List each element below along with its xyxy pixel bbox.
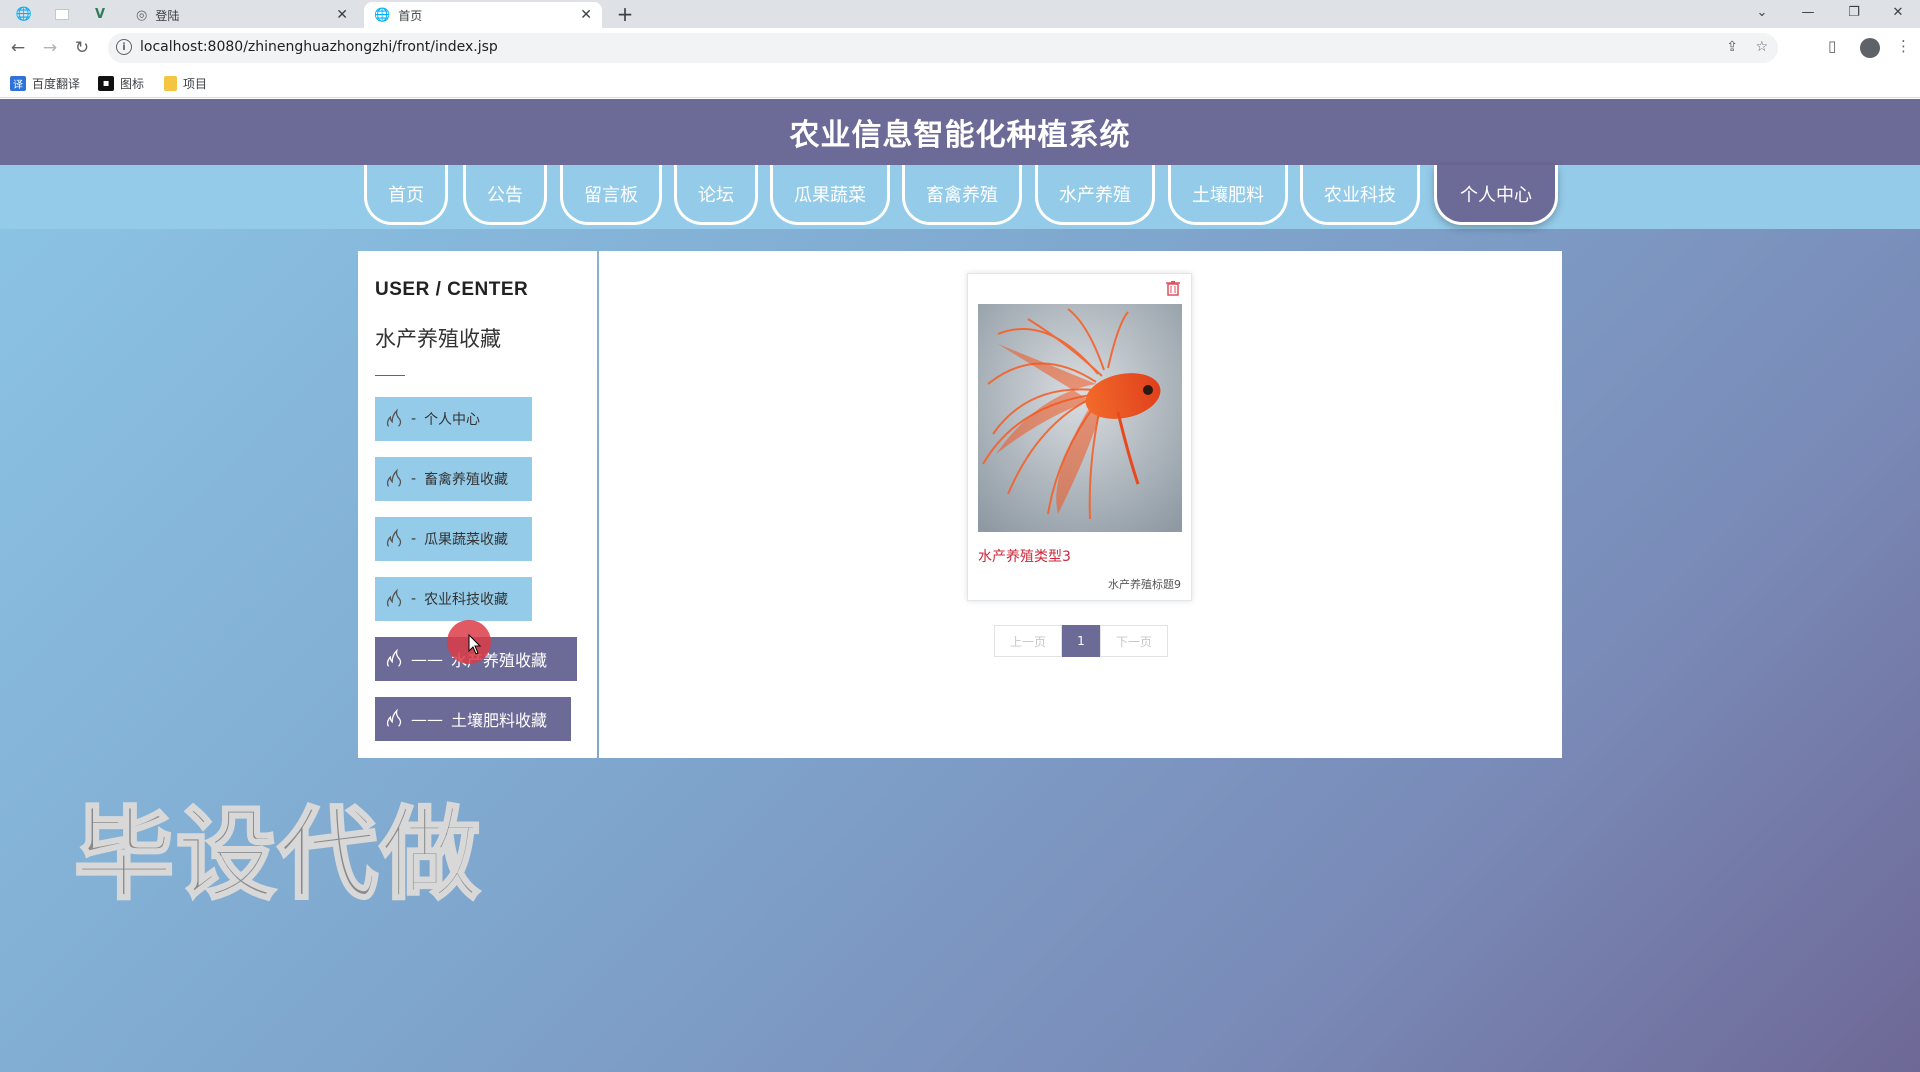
bookmark-baidu-translate[interactable]: 译 百度翻译: [10, 75, 80, 92]
tab-home[interactable]: 🌐 首页 ✕: [364, 2, 602, 28]
sidebar-item-dash: -: [411, 591, 417, 607]
address-bar[interactable]: i localhost:8080/zhinenghuazhongzhi/fron…: [108, 33, 1778, 63]
bookmark-icons[interactable]: ▪ 图标: [98, 75, 144, 92]
tab-favicon-icon: ◎: [136, 7, 148, 23]
browser-tab-bar: 🌐 V ◎ 登陆 ✕ 🌐 首页 ✕ + ⌄ — ❐ ✕: [0, 0, 1920, 28]
bookmark-project[interactable]: 项目: [164, 75, 207, 92]
site-header: 农业信息智能化种植系统: [0, 99, 1920, 165]
nav-user-center[interactable]: 个人中心: [1434, 165, 1558, 225]
favorites-content: 水产养殖类型3 水产养殖标题9 上一页 1 下一页: [599, 251, 1562, 758]
nav-notice[interactable]: 公告: [463, 165, 547, 225]
bookmark-label: 百度翻译: [32, 77, 81, 91]
bookmarks-bar: 译 百度翻译 ▪ 图标 项目: [0, 68, 1920, 98]
side-panel-icon[interactable]: ▯: [1828, 37, 1836, 55]
next-page-button[interactable]: 下一页: [1100, 625, 1168, 657]
user-center-sidebar: USER / CENTER 水产养殖收藏 - 个人中心 - 畜禽养殖收藏 - 瓜…: [358, 251, 597, 758]
nav-forum[interactable]: 论坛: [674, 165, 758, 225]
sidebar-item-label: 瓜果蔬菜收藏: [424, 532, 509, 548]
divider: [375, 375, 405, 376]
tab-favicon-icon: 🌐: [374, 7, 391, 23]
card-subtitle: 水产养殖标题9: [1108, 578, 1181, 591]
close-window-icon[interactable]: ✕: [1876, 0, 1920, 24]
nav-livestock[interactable]: 畜禽养殖: [902, 165, 1022, 225]
sidebar-item-fruit-fav[interactable]: - 瓜果蔬菜收藏: [375, 517, 532, 561]
forward-icon[interactable]: →: [38, 36, 62, 60]
flame-icon: [386, 648, 402, 667]
sidebar-item-label: 个人中心: [424, 412, 481, 428]
star-icon[interactable]: ☆: [1755, 39, 1768, 55]
vue-icon[interactable]: V: [86, 3, 114, 25]
prev-page-button[interactable]: 上一页: [994, 625, 1062, 657]
close-icon[interactable]: ✕: [580, 7, 592, 23]
page-number-button[interactable]: 1: [1062, 625, 1100, 657]
back-icon[interactable]: ←: [6, 36, 30, 60]
sidebar-item-soil-fav[interactable]: —— 土壤肥料收藏: [375, 697, 571, 741]
restore-icon[interactable]: ❐: [1832, 0, 1876, 24]
sidebar-item-user-center[interactable]: - 个人中心: [375, 397, 532, 441]
pagination: 上一页 1 下一页: [994, 625, 1168, 657]
nav-agri-tech[interactable]: 农业科技: [1300, 165, 1420, 225]
minimize-icon[interactable]: —: [1786, 0, 1830, 24]
sidebar-item-livestock-fav[interactable]: - 畜禽养殖收藏: [375, 457, 532, 501]
sidebar-subtitle: 水产养殖收藏: [375, 327, 501, 351]
sidebar-item-dash: ——: [411, 709, 443, 729]
translate-icon: 译: [10, 76, 26, 91]
globe-icon[interactable]: 🌐: [10, 3, 38, 25]
sidebar-item-label: 农业科技收藏: [424, 592, 509, 608]
page-body: 农业信息智能化种植系统 首页 公告 留言板 论坛 瓜果蔬菜 畜禽养殖 水产养殖 …: [0, 99, 1920, 1072]
nav-fruit-vegetables[interactable]: 瓜果蔬菜: [770, 165, 890, 225]
browser-toolbar: ← → ↻ i localhost:8080/zhinenghuazhongzh…: [0, 28, 1920, 68]
profile-avatar-icon[interactable]: [1860, 38, 1880, 58]
flame-icon: [386, 528, 402, 547]
close-icon[interactable]: ✕: [336, 7, 348, 23]
folder-icon: [164, 76, 177, 91]
tab-login[interactable]: ◎ 登陆 ✕: [126, 2, 358, 28]
flame-icon: [386, 708, 402, 727]
nav-message-board[interactable]: 留言板: [560, 165, 662, 225]
cursor-icon: [468, 634, 482, 655]
sidebar-item-label: 土壤肥料收藏: [451, 711, 548, 730]
new-tab-button[interactable]: +: [612, 2, 638, 26]
blank-tab-icon[interactable]: [48, 3, 76, 25]
trash-icon[interactable]: [1165, 280, 1181, 296]
betta-fish-image[interactable]: [978, 304, 1182, 532]
nav-soil-fertilizer[interactable]: 土壤肥料: [1168, 165, 1288, 225]
url-text[interactable]: localhost:8080/zhinenghuazhongzhi/front/…: [140, 39, 498, 55]
flame-icon: [386, 408, 402, 427]
sidebar-title: USER / CENTER: [375, 279, 529, 300]
sidebar-item-dash: -: [411, 471, 417, 487]
sidebar-item-label: 畜禽养殖收藏: [424, 472, 509, 488]
sidebar-item-dash: -: [411, 531, 417, 547]
tab-title: 登陆: [155, 8, 180, 23]
main-nav: 首页 公告 留言板 论坛 瓜果蔬菜 畜禽养殖 水产养殖 土壤肥料 农业科技 个人…: [0, 165, 1920, 229]
bookmark-label: 图标: [120, 77, 145, 91]
site-title: 农业信息智能化种植系统: [789, 118, 1131, 153]
reload-icon[interactable]: ↻: [70, 36, 94, 60]
share-icon[interactable]: ⇪: [1726, 39, 1738, 55]
image-icon: ▪: [98, 76, 114, 91]
tab-title: 首页: [398, 8, 423, 23]
info-icon[interactable]: i: [116, 39, 132, 55]
nav-home[interactable]: 首页: [364, 165, 448, 225]
sidebar-item-dash: -: [411, 411, 417, 427]
bookmark-label: 项目: [183, 77, 208, 91]
watermark-text: 毕设代做: [73, 795, 482, 915]
card-title[interactable]: 水产养殖类型3: [978, 546, 1071, 566]
tab-search-icon[interactable]: ⌄: [1740, 0, 1784, 24]
menu-icon[interactable]: ⋮: [1896, 37, 1911, 55]
nav-aquaculture[interactable]: 水产养殖: [1035, 165, 1155, 225]
favorite-card[interactable]: 水产养殖类型3 水产养殖标题9: [967, 273, 1192, 601]
sidebar-item-dash: ——: [411, 649, 443, 669]
sidebar-item-tech-fav[interactable]: - 农业科技收藏: [375, 577, 532, 621]
flame-icon: [386, 588, 402, 607]
flame-icon: [386, 468, 402, 487]
